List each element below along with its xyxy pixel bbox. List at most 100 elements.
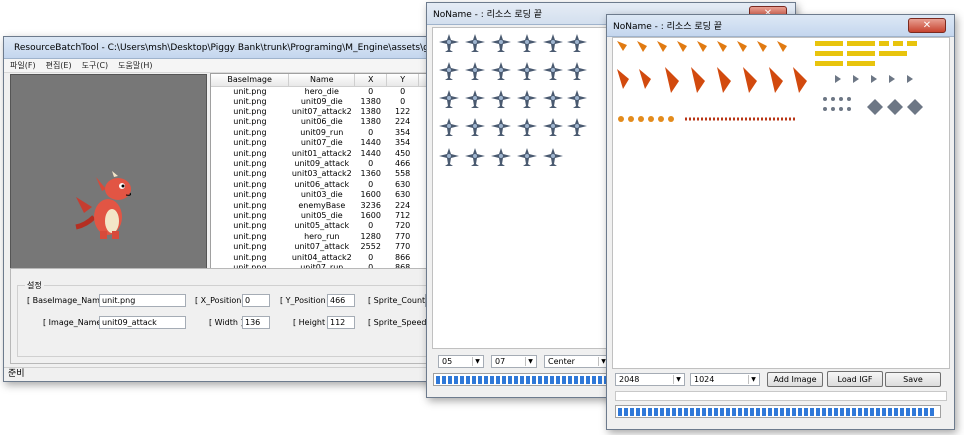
- menu-help[interactable]: 도움말(H): [118, 60, 152, 71]
- yellow-bullets: [815, 41, 917, 66]
- table-cell: 0: [368, 86, 374, 96]
- window2-combo-1[interactable]: 05 ▼: [438, 355, 484, 368]
- sprite-preview-panel: [10, 74, 207, 296]
- table-row[interactable]: unit.png hero_run 1280 770: [211, 231, 431, 242]
- table-row[interactable]: unit.png unit06_die 1380 224: [211, 117, 431, 127]
- chevron-down-icon: ▼: [472, 357, 482, 366]
- table-row[interactable]: unit.png unit09_run 0 354: [211, 127, 431, 138]
- table-row[interactable]: unit.png unit07_die 1440 354: [211, 138, 431, 148]
- main-window: ResourceBatchTool - C:\Users\msh\Desktop…: [3, 36, 469, 382]
- small-effects-row: [618, 116, 795, 122]
- table-row[interactable]: unit.png unit09_attack 0 466: [211, 159, 431, 169]
- table-cell: 1380: [360, 117, 381, 127]
- table-row[interactable]: unit.png enemyBase 3236 224: [211, 200, 431, 210]
- table-cell: 0: [400, 86, 406, 96]
- table-cell: unit.png: [233, 179, 267, 189]
- flame-row-1: [617, 41, 787, 52]
- table-row[interactable]: unit.png hero_die 0 0: [211, 86, 431, 97]
- table-row[interactable]: unit.png unit07_attack 2552 770: [211, 242, 431, 252]
- table-row[interactable]: unit.png unit03_attack2 1360 558: [211, 169, 431, 179]
- window3-combo-1-value: 2048: [619, 375, 640, 384]
- table-cell: unit.png: [233, 127, 267, 137]
- menu-edit[interactable]: 편집(E): [46, 60, 72, 71]
- window2-combo-3[interactable]: Center ▼: [544, 355, 610, 368]
- flame-row-2: [617, 67, 807, 93]
- menu-file[interactable]: 파일(F): [10, 60, 36, 71]
- table-cell: 1380: [360, 107, 381, 117]
- table-cell: unit01_attack2: [291, 148, 352, 158]
- x-position-label: [ X_Position ]: [195, 296, 247, 305]
- table-cell: 630: [394, 179, 411, 189]
- window2-combo-3-value: Center: [548, 357, 575, 366]
- table-cell: unit.png: [233, 242, 267, 252]
- chevron-down-icon: ▼: [673, 375, 683, 384]
- table-cell: unit07_attack2: [291, 107, 352, 117]
- table-row[interactable]: unit.png unit05_die 1600 712: [211, 210, 431, 221]
- table-row[interactable]: unit.png unit06_attack 0 630: [211, 179, 431, 190]
- x-position-field[interactable]: [242, 294, 270, 307]
- table-cell: 866: [394, 252, 411, 262]
- window3-combo-1[interactable]: 2048 ▼: [615, 373, 685, 386]
- main-titlebar[interactable]: ResourceBatchTool - C:\Users\msh\Desktop…: [4, 37, 469, 59]
- save-button[interactable]: Save: [885, 372, 941, 387]
- status-text: 준비: [8, 369, 25, 379]
- window2-combo-2[interactable]: 07 ▼: [491, 355, 537, 368]
- table-cell: 630: [394, 190, 411, 200]
- col-header-baseimage[interactable]: BaseImage: [211, 74, 290, 87]
- table-cell: enemyBase: [298, 200, 346, 210]
- table-cell: unit03_attack2: [291, 169, 352, 179]
- settings-area: 설정 [ BaseImage_Name ] [ X_Position ] [ Y…: [10, 268, 437, 364]
- table-cell: unit09_run: [300, 127, 344, 137]
- window3-title: NoName - : 리소스 로딩 끝: [613, 22, 723, 32]
- table-cell: 224: [394, 200, 411, 210]
- table-cell: unit.png: [233, 190, 267, 200]
- table-cell: 0: [400, 96, 406, 106]
- table-cell: 2552: [360, 242, 381, 252]
- gray-particles: [823, 75, 923, 115]
- table-cell: unit06_die: [300, 117, 343, 127]
- table-cell: 1280: [360, 231, 381, 241]
- window3-combo-2[interactable]: 1024 ▼: [690, 373, 760, 386]
- table-cell: 466: [394, 159, 411, 169]
- table-cell: unit09_die: [300, 96, 343, 106]
- y-position-field[interactable]: [327, 294, 355, 307]
- col-header-y[interactable]: Y: [386, 74, 420, 87]
- window2-combo-2-value: 07: [495, 357, 506, 366]
- table-cell: unit04_attack2: [291, 252, 352, 262]
- load-igf-button[interactable]: Load IGF: [827, 371, 883, 387]
- table-cell: 450: [394, 148, 411, 158]
- table-cell: unit.png: [233, 169, 267, 179]
- table-cell: 0: [368, 127, 374, 137]
- window3-text-line[interactable]: [615, 391, 947, 401]
- menubar: 파일(F) 편집(E) 도구(C) 도움말(H): [4, 59, 432, 73]
- table-cell: unit05_die: [300, 210, 343, 220]
- add-image-button[interactable]: Add Image: [767, 372, 823, 387]
- sprite-count-label: [ Sprite_Count ]: [368, 296, 431, 305]
- width-label: [ Width ]: [209, 318, 244, 327]
- table-row[interactable]: unit.png unit03_die 1600 630: [211, 190, 431, 200]
- image-name-field[interactable]: [99, 316, 186, 329]
- image-table-container[interactable]: BaseImage Name X Y unit.png hero_die 0 0 uni…: [210, 73, 432, 297]
- window3-titlebar[interactable]: NoName - : 리소스 로딩 끝 ✕: [607, 15, 954, 37]
- dragon-sprite: [75, 171, 131, 239]
- table-row[interactable]: unit.png unit05_attack 0 720: [211, 221, 431, 231]
- table-row[interactable]: unit.png unit07_attack2 1380 122: [211, 107, 431, 117]
- table-cell: unit.png: [233, 117, 267, 127]
- table-cell: unit07_attack: [294, 242, 350, 252]
- table-cell: 224: [394, 117, 411, 127]
- col-header-name[interactable]: Name: [288, 74, 356, 87]
- table-row[interactable]: unit.png unit04_attack2 0 866: [211, 252, 431, 262]
- table-cell: unit.png: [233, 221, 267, 231]
- image-table: BaseImage Name X Y unit.png hero_die 0 0 uni…: [211, 74, 431, 273]
- table-cell: 770: [394, 242, 411, 252]
- width-field[interactable]: [242, 316, 270, 329]
- table-cell: hero_die: [304, 86, 339, 96]
- table-cell: hero_run: [304, 231, 340, 241]
- col-header-x[interactable]: X: [354, 74, 388, 87]
- table-row[interactable]: unit.png unit01_attack2 1440 450: [211, 148, 431, 158]
- window3-close-button[interactable]: ✕: [908, 18, 946, 33]
- table-row[interactable]: unit.png unit09_die 1380 0: [211, 96, 431, 107]
- menu-tools[interactable]: 도구(C): [82, 60, 109, 71]
- height-field[interactable]: [327, 316, 355, 329]
- base-image-name-field[interactable]: [99, 294, 186, 307]
